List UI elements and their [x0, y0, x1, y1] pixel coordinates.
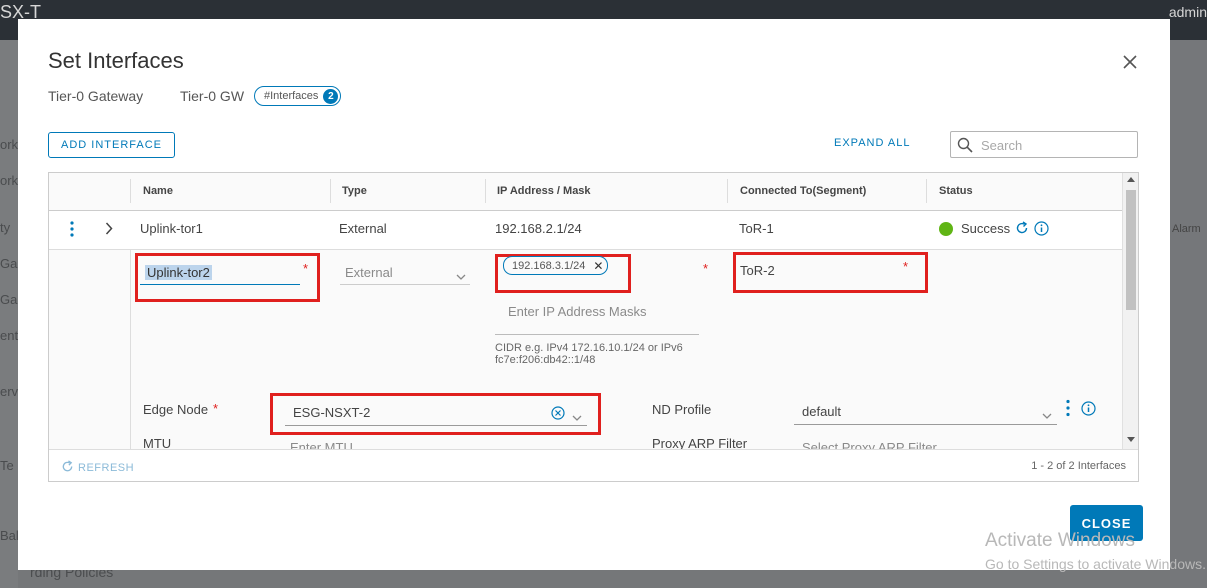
info-icon[interactable]: [1081, 401, 1096, 421]
name-input[interactable]: Uplink-tor2: [145, 265, 212, 280]
interfaces-badge-label: #Interfaces: [264, 90, 319, 102]
ip-hint: fc7e:f206:db42::1/48: [495, 354, 596, 366]
required-asterisk: *: [903, 259, 909, 274]
success-status-icon: [939, 222, 953, 236]
interfaces-grid: Name Type IP Address / Mask Connected To…: [48, 172, 1139, 482]
scroll-down-icon[interactable]: [1127, 437, 1135, 442]
column-header-name[interactable]: Name: [143, 185, 173, 197]
scroll-thumb[interactable]: [1126, 190, 1136, 310]
refresh-label: REFRESH: [78, 462, 135, 474]
bg-nav-item: ty: [0, 220, 11, 235]
required-asterisk: *: [213, 401, 219, 416]
bg-nav-item: Ga: [0, 256, 18, 271]
search-icon: [957, 137, 973, 158]
row-actions-icon[interactable]: [69, 221, 75, 242]
bg-nav-item: Bal: [0, 528, 18, 543]
ip-address-chip: 192.168.3.1/24 ✕: [503, 256, 609, 275]
nd-profile-select[interactable]: default: [802, 404, 841, 419]
interfaces-badge-count: 2: [323, 88, 339, 104]
set-interfaces-dialog: Set Interfaces Tier-0 Gateway Tier-0 GW …: [18, 19, 1170, 570]
refresh-status-icon[interactable]: [1015, 221, 1029, 240]
gateway-type-label: Tier-0 Gateway: [48, 88, 144, 104]
activation-watermark: Activate Windows: [985, 530, 1135, 551]
required-asterisk: *: [703, 261, 709, 276]
background-sidebar: ork ork ty Ga Ga ent ervi Te Bal: [0, 40, 18, 588]
column-header-ip[interactable]: IP Address / Mask: [497, 185, 591, 197]
activation-watermark-hint: Go to Settings to activate Windows.: [985, 556, 1206, 572]
column-header-status[interactable]: Status: [939, 185, 973, 197]
segment-input[interactable]: ToR-2: [740, 263, 775, 278]
grid-header: Name Type IP Address / Mask Connected To…: [49, 173, 1122, 211]
expand-all-link[interactable]: EXPAND ALL: [834, 137, 910, 149]
ip-chip-label: 192.168.3.1/24: [512, 259, 586, 272]
bg-alarm-label: Alarm: [1172, 223, 1201, 235]
interface-type: External: [339, 221, 387, 236]
table-row: Uplink-tor1 External 192.168.2.1/24 ToR-…: [49, 210, 1122, 250]
column-header-segment[interactable]: Connected To(Segment): [740, 185, 866, 197]
background-footer: rding Policies: [18, 564, 1170, 588]
pagination-count: 1 - 2 of 2 Interfaces: [1031, 460, 1126, 472]
scroll-up-icon[interactable]: [1127, 177, 1135, 182]
grid-scrollbar[interactable]: [1122, 173, 1138, 449]
background-content: Alarm: [1170, 40, 1207, 588]
refresh-button[interactable]: REFRESH: [61, 460, 134, 474]
interface-name: Uplink-tor1: [140, 221, 203, 236]
bg-nav-item: Ga: [0, 292, 18, 307]
bg-nav-item: ork: [0, 173, 18, 188]
dialog-title: Set Interfaces: [48, 48, 184, 73]
interfaces-count-badge: #Interfaces 2: [254, 86, 342, 106]
edge-node-select[interactable]: ESG-NSXT-2: [293, 405, 370, 420]
interface-segment: ToR-1: [739, 221, 774, 236]
bg-nav-item: ork: [0, 137, 18, 152]
gateway-name: Tier-0 GW: [180, 88, 245, 104]
clear-icon[interactable]: [551, 406, 565, 425]
interface-edit-form: Uplink-tor2 * External 192.168.3.1/24 ✕ …: [49, 250, 1122, 474]
bg-nav-item: Te: [0, 458, 14, 473]
interface-status: Success: [961, 221, 1011, 236]
more-options-icon[interactable]: [1065, 399, 1071, 422]
bg-nav-item: ervi: [0, 384, 18, 399]
column-header-type[interactable]: Type: [342, 185, 367, 197]
chevron-down-icon[interactable]: [1042, 407, 1052, 425]
close-icon[interactable]: [1120, 52, 1140, 72]
ip-address-input[interactable]: Enter IP Address Masks: [508, 304, 647, 319]
nd-profile-label: ND Profile: [652, 402, 712, 417]
grid-footer: REFRESH 1 - 2 of 2 Interfaces: [49, 449, 1138, 481]
user-menu[interactable]: admin: [1169, 4, 1207, 20]
refresh-icon: [62, 460, 73, 472]
search-box: [950, 131, 1138, 158]
ip-hint: CIDR e.g. IPv4 172.16.10.1/24 or IPv6: [495, 342, 683, 354]
chevron-right-icon[interactable]: [105, 222, 113, 240]
interface-ip: 192.168.2.1/24: [495, 221, 582, 236]
bg-nav-item: ent: [0, 328, 18, 343]
required-asterisk: *: [303, 261, 309, 276]
type-select[interactable]: External: [345, 265, 393, 280]
add-interface-button[interactable]: ADD INTERFACE: [48, 132, 175, 158]
search-input[interactable]: [979, 137, 1133, 154]
remove-chip-icon[interactable]: ✕: [593, 259, 603, 273]
edge-node-label: Edge Node: [143, 402, 209, 417]
info-icon[interactable]: [1034, 221, 1049, 241]
